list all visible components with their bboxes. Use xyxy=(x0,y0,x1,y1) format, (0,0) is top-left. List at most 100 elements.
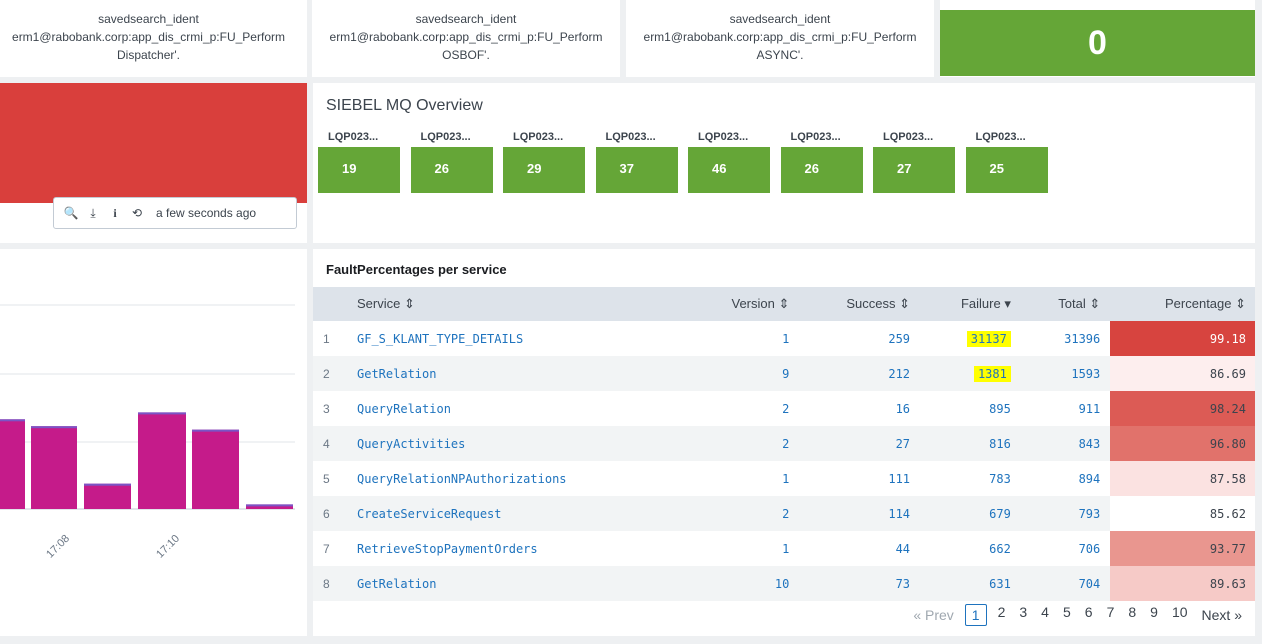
page-link[interactable]: 2 xyxy=(998,604,1006,626)
service-name[interactable]: QueryRelation xyxy=(347,391,687,426)
failure-cell[interactable]: 31137 xyxy=(920,321,1021,356)
mq-tile[interactable]: 29 xyxy=(503,147,585,193)
table-row[interactable]: 4 QueryActivities 2 27 816 843 96.80 xyxy=(313,426,1255,461)
page-link[interactable]: 7 xyxy=(1107,604,1115,626)
saved-search-name: OSBOF'. xyxy=(442,48,490,62)
single-value[interactable]: 0 xyxy=(940,10,1255,76)
single-value-panel: 0 xyxy=(940,0,1255,77)
row-index: 3 xyxy=(323,401,330,416)
total-cell[interactable]: 704 xyxy=(1020,566,1111,601)
service-name[interactable]: GetRelation xyxy=(347,566,687,601)
table-row[interactable]: 8 GetRelation 10 73 631 704 89.63 xyxy=(313,566,1255,601)
chart-bar[interactable] xyxy=(0,419,25,509)
page-link[interactable]: 10 xyxy=(1172,604,1188,626)
table-row[interactable]: 1 GF_S_KLANT_TYPE_DETAILS 1 259 31137 31396 99… xyxy=(313,321,1255,356)
success-cell[interactable]: 259 xyxy=(799,321,920,356)
status-panel: 🔍 ⤓ i ⟲ a few seconds ago xyxy=(0,83,307,243)
version-cell[interactable]: 1 xyxy=(687,531,799,566)
version-cell[interactable]: 1 xyxy=(687,461,799,496)
table-row[interactable]: 2 GetRelation 9 212 1381 1593 86.69 xyxy=(313,356,1255,391)
failure-cell[interactable]: 895 xyxy=(920,391,1021,426)
total-cell[interactable]: 894 xyxy=(1021,461,1110,496)
panel-title: SIEBEL MQ Overview xyxy=(326,97,483,114)
version-cell[interactable]: 2 xyxy=(687,426,800,461)
saved-search-label: savedsearch_ident xyxy=(98,12,199,26)
failure-cell[interactable]: 816 xyxy=(920,426,1021,461)
version-cell[interactable]: 2 xyxy=(687,391,799,426)
version-cell[interactable]: 1 xyxy=(687,321,799,356)
failure-cell[interactable]: 1381 xyxy=(920,356,1021,391)
saved-search-owner: erm1@rabobank.corp:app_dis_crmi_p:FU_Per… xyxy=(12,30,285,44)
mq-overview-panel: SIEBEL MQ Overview LQP023... 19 LQP023... 2… xyxy=(313,83,1255,243)
mq-tile[interactable]: 37 xyxy=(595,147,678,193)
total-cell[interactable]: 31396 xyxy=(1021,321,1110,356)
chart-bar[interactable] xyxy=(138,412,186,509)
failure-cell[interactable]: 783 xyxy=(920,461,1021,496)
page-link[interactable]: 9 xyxy=(1150,604,1158,626)
column-header-service[interactable]: Service ⇕ xyxy=(347,287,687,321)
total-cell[interactable]: 843 xyxy=(1020,426,1111,461)
success-cell[interactable]: 111 xyxy=(799,461,920,496)
page-link[interactable]: 6 xyxy=(1085,604,1093,626)
mq-tile[interactable]: 26 xyxy=(780,147,863,193)
page-link[interactable]: 1 xyxy=(964,604,987,626)
service-name[interactable]: QueryActivities xyxy=(347,426,687,461)
download-icon[interactable]: ⤓ xyxy=(82,206,104,221)
page-link[interactable]: 4 xyxy=(1041,604,1049,626)
failure-cell[interactable]: 662 xyxy=(920,531,1021,566)
success-cell[interactable]: 114 xyxy=(799,496,921,531)
prev-page-link[interactable]: « Prev xyxy=(913,607,953,623)
column-header-version[interactable]: Version ⇕ xyxy=(687,287,800,321)
chart-bar[interactable] xyxy=(31,426,77,509)
chart-bar[interactable] xyxy=(192,429,239,509)
table-row[interactable]: 7 RetrieveStopPaymentOrders 1 44 662 706 93.77 xyxy=(313,531,1255,566)
table-header-row: Service ⇕ Version ⇕ Success ⇕ Failure ▾ … xyxy=(313,287,1255,321)
service-name[interactable]: RetrieveStopPaymentOrders xyxy=(347,531,687,566)
percentage-cell: 86.69 xyxy=(1110,356,1255,391)
mq-tile[interactable]: 19 xyxy=(318,147,400,193)
success-cell[interactable]: 27 xyxy=(799,426,921,461)
service-name[interactable]: GF_S_KLANT_TYPE_DETAILS xyxy=(347,321,687,356)
column-header-failure[interactable]: Failure ▾ xyxy=(920,287,1021,321)
bar-chart: 17:08 17:10 xyxy=(0,304,295,561)
page-link[interactable]: 3 xyxy=(1019,604,1027,626)
service-name[interactable]: GetRelation xyxy=(347,356,687,391)
refresh-icon[interactable]: ⟲ xyxy=(126,206,148,220)
mq-tile[interactable]: 26 xyxy=(410,147,493,193)
mq-tile[interactable]: 27 xyxy=(873,147,955,193)
total-cell[interactable]: 706 xyxy=(1021,531,1110,566)
version-cell[interactable]: 2 xyxy=(687,496,800,531)
table-row[interactable]: 6 CreateServiceRequest 2 114 679 793 85.62 xyxy=(313,496,1255,531)
mq-tile[interactable]: 46 xyxy=(688,147,770,193)
success-cell[interactable]: 16 xyxy=(799,391,920,426)
column-header-percentage[interactable]: Percentage ⇕ xyxy=(1110,287,1255,321)
next-page-link[interactable]: Next » xyxy=(1202,607,1242,623)
total-cell[interactable]: 911 xyxy=(1021,391,1110,426)
total-cell[interactable]: 793 xyxy=(1020,496,1111,531)
failure-cell[interactable]: 631 xyxy=(920,566,1021,601)
search-icon[interactable]: 🔍 xyxy=(60,206,82,220)
chart-bar[interactable] xyxy=(84,483,131,509)
success-cell[interactable]: 73 xyxy=(799,566,921,601)
table-row[interactable]: 5 QueryRelationNPAuthorizations 1 111 783 894… xyxy=(313,461,1255,496)
total-cell[interactable]: 1593 xyxy=(1020,356,1111,391)
success-cell[interactable]: 44 xyxy=(799,531,920,566)
column-header-total[interactable]: Total ⇕ xyxy=(1020,287,1111,321)
info-icon[interactable]: i xyxy=(104,206,126,221)
success-cell[interactable]: 212 xyxy=(799,356,921,391)
column-index xyxy=(313,287,347,321)
version-cell[interactable]: 10 xyxy=(687,566,800,601)
status-indicator[interactable] xyxy=(0,83,307,203)
percentage-cell: 96.80 xyxy=(1110,426,1255,461)
table-row[interactable]: 3 QueryRelation 2 16 895 911 98.24 xyxy=(313,391,1255,426)
page-link[interactable]: 8 xyxy=(1128,604,1136,626)
failure-cell[interactable]: 679 xyxy=(920,496,1021,531)
column-header-success[interactable]: Success ⇕ xyxy=(799,287,921,321)
mq-tile-value: 26 xyxy=(434,161,449,176)
mq-tile-value: 19 xyxy=(342,161,357,176)
mq-tile[interactable]: 25 xyxy=(965,147,1048,193)
version-cell[interactable]: 9 xyxy=(687,356,800,391)
page-link[interactable]: 5 xyxy=(1063,604,1071,626)
service-name[interactable]: QueryRelationNPAuthorizations xyxy=(347,461,687,496)
service-name[interactable]: CreateServiceRequest xyxy=(347,496,687,531)
